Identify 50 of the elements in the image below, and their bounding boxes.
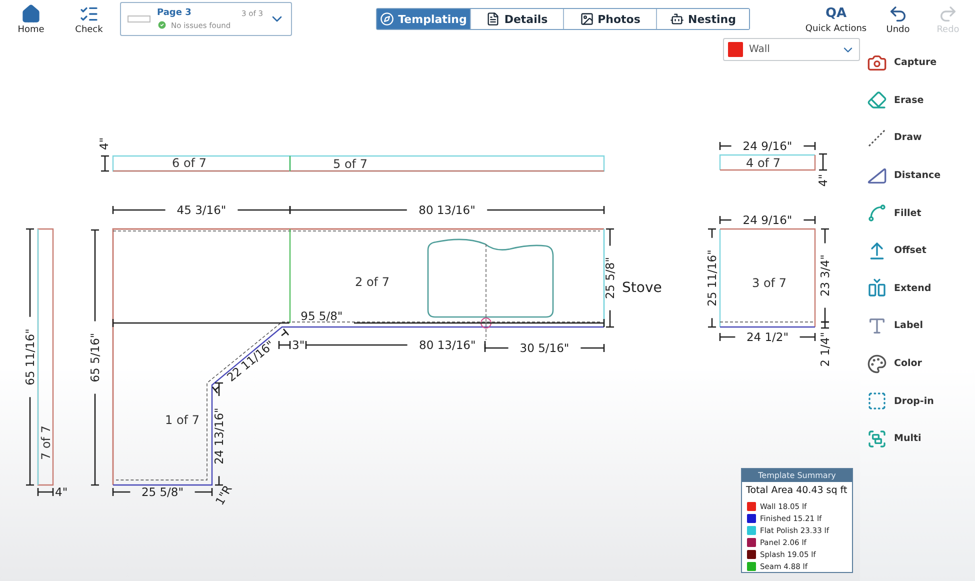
view-tab[interactable]: Templating: [377, 9, 470, 29]
dimension-label: 30 5/16": [520, 341, 570, 355]
dimension-label: 25 11/16": [705, 250, 719, 306]
piece-label: 4 of 7: [746, 156, 780, 170]
dimension-label: 2 1/4": [818, 332, 832, 367]
dimension-label: 23 3/4": [818, 254, 832, 297]
dimension-label: 4": [816, 174, 830, 187]
tool-button[interactable]: Draw: [860, 119, 975, 157]
dimension-label: 24 9/16": [742, 139, 792, 153]
dimension-label: 4": [97, 137, 111, 150]
piece-label: 5 of 7: [333, 157, 368, 171]
piece-label: 3 of 7: [752, 276, 786, 290]
tool-button[interactable]: Distance: [860, 156, 975, 194]
dimension-label: 95 5/8": [300, 309, 343, 323]
tool-button[interactable]: Extend: [860, 270, 975, 308]
dimension-label: 25 5/8": [603, 256, 617, 300]
dimension-label: 4": [55, 485, 68, 499]
undo-button[interactable]: Undo: [875, 4, 921, 34]
dimension-label: 65 11/16": [23, 328, 37, 386]
tool-button[interactable]: Color: [860, 344, 975, 382]
dimension-label: 80 13/16": [418, 203, 476, 217]
tool-button[interactable]: Drop-in: [860, 382, 975, 420]
quick-actions-button[interactable]: QA Quick Actions: [801, 4, 871, 34]
panel-title: Template Summary: [742, 469, 852, 482]
dimension-label: 80 13/16": [419, 338, 476, 352]
tool-button[interactable]: Erase: [860, 82, 975, 120]
piece-label: 6 of 7: [172, 156, 206, 170]
dimension-label: 45 3/16": [176, 203, 226, 217]
dimension-label: 24 9/16": [742, 213, 792, 227]
total-area: Total Area 40.43 sq ft: [742, 482, 852, 500]
dimension-label: 24 1/2": [746, 330, 789, 344]
check-button[interactable]: Check: [62, 4, 116, 34]
home-button[interactable]: Home: [4, 4, 58, 34]
piece-label: 1 of 7: [165, 413, 200, 427]
stove-label: Stove: [622, 280, 662, 296]
page-title: Page 3: [157, 8, 192, 18]
piece-label: 7 of 7: [39, 426, 53, 460]
dimension-label: 1"R: [212, 482, 235, 508]
dimension-label: 3": [292, 338, 305, 352]
dimension-label: 65 5/16": [88, 332, 102, 382]
tool-button[interactable]: Multi: [860, 420, 975, 458]
dimension-label: 25 5/8": [141, 485, 184, 499]
layer-dropdown[interactable]: Wall: [723, 38, 860, 61]
piece-label: 2 of 7: [355, 275, 390, 289]
dimension-label: 24 13/16": [212, 408, 226, 464]
tool-button[interactable]: Fillet: [860, 194, 975, 232]
tool-button[interactable]: Capture: [860, 44, 975, 82]
tool-button[interactable]: Offset: [860, 232, 975, 270]
tool-button[interactable]: Label: [860, 307, 975, 345]
view-tab[interactable]: Nesting: [656, 9, 749, 29]
